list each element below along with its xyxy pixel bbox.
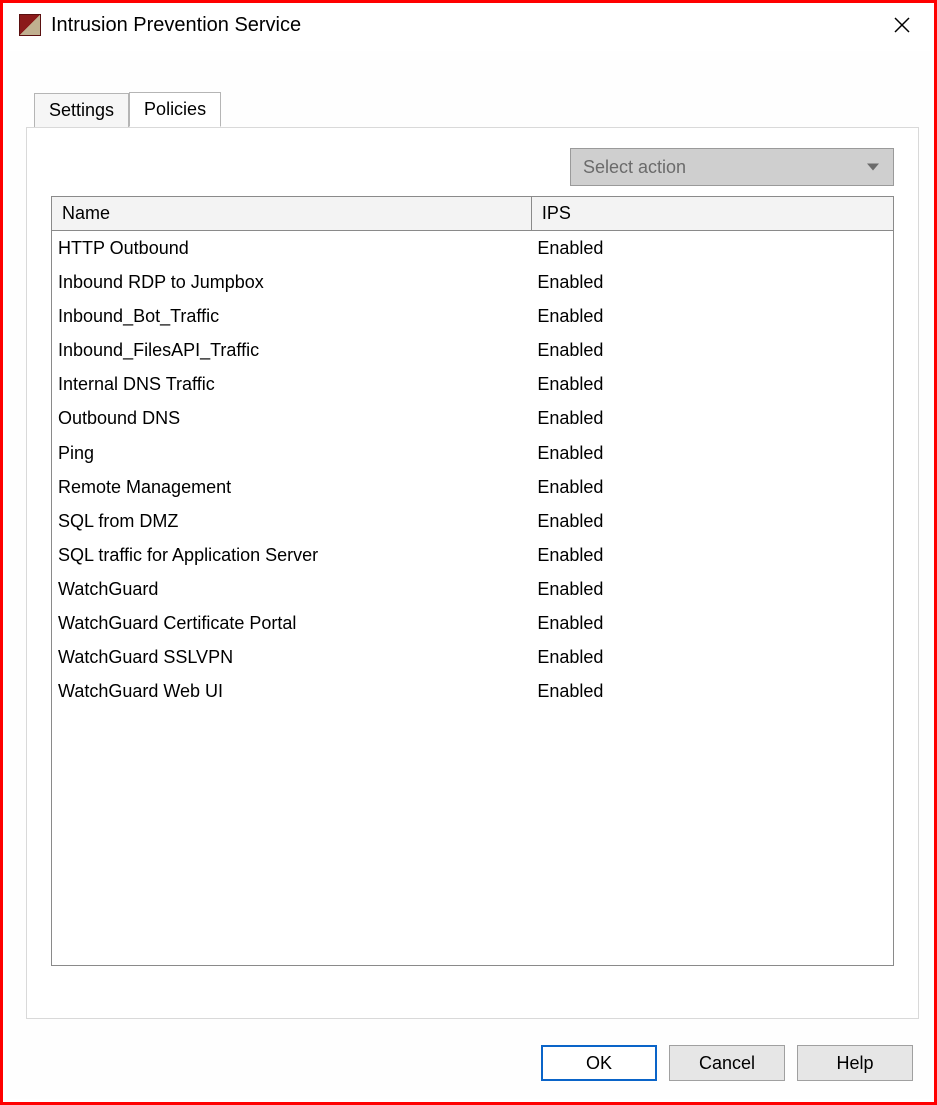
cell-name: Inbound RDP to Jumpbox xyxy=(52,265,531,299)
table-row[interactable]: SQL from DMZEnabled xyxy=(52,504,893,538)
dialog-button-row: OK Cancel Help xyxy=(541,1045,913,1081)
cell-ips: Enabled xyxy=(531,265,893,299)
tab-strip: Settings Policies xyxy=(34,91,221,126)
cell-name: SQL traffic for Application Server xyxy=(52,538,531,572)
action-row: Select action xyxy=(51,148,894,186)
table-row[interactable]: Outbound DNSEnabled xyxy=(52,401,893,435)
app-icon xyxy=(19,14,41,36)
dialog-window: Intrusion Prevention Service Settings Po… xyxy=(0,0,937,1105)
cell-ips: Enabled xyxy=(531,470,893,504)
cancel-button[interactable]: Cancel xyxy=(669,1045,785,1081)
dialog-body: Settings Policies Select action Name IPS xyxy=(6,51,931,1099)
cell-ips: Enabled xyxy=(531,504,893,538)
cell-name: WatchGuard SSLVPN xyxy=(52,640,531,674)
tab-settings[interactable]: Settings xyxy=(34,93,129,127)
policy-table-container: Name IPS HTTP OutboundEnabledInbound RDP… xyxy=(51,196,894,966)
table-row[interactable]: Inbound_Bot_TrafficEnabled xyxy=(52,299,893,333)
cell-ips: Enabled xyxy=(531,367,893,401)
table-row[interactable]: Inbound RDP to JumpboxEnabled xyxy=(52,265,893,299)
cell-name: Inbound_FilesAPI_Traffic xyxy=(52,333,531,367)
select-action-dropdown[interactable]: Select action xyxy=(570,148,894,186)
cell-ips: Enabled xyxy=(531,538,893,572)
cell-name: WatchGuard xyxy=(52,572,531,606)
cell-ips: Enabled xyxy=(531,333,893,367)
close-icon xyxy=(893,16,911,34)
table-row[interactable]: PingEnabled xyxy=(52,436,893,470)
cell-name: WatchGuard Certificate Portal xyxy=(52,606,531,640)
tab-policies[interactable]: Policies xyxy=(129,92,221,127)
tab-panel-policies: Select action Name IPS HTTP OutboundEnab… xyxy=(26,127,919,1019)
column-header-ips[interactable]: IPS xyxy=(531,197,893,231)
table-row[interactable]: Remote ManagementEnabled xyxy=(52,470,893,504)
cell-ips: Enabled xyxy=(531,640,893,674)
ok-button[interactable]: OK xyxy=(541,1045,657,1081)
chevron-down-icon xyxy=(867,164,879,171)
cell-ips: Enabled xyxy=(531,231,893,266)
table-row[interactable]: WatchGuardEnabled xyxy=(52,572,893,606)
cell-name: Internal DNS Traffic xyxy=(52,367,531,401)
cell-name: WatchGuard Web UI xyxy=(52,674,531,708)
cell-ips: Enabled xyxy=(531,606,893,640)
cell-name: Remote Management xyxy=(52,470,531,504)
cell-name: SQL from DMZ xyxy=(52,504,531,538)
cell-ips: Enabled xyxy=(531,674,893,708)
table-row[interactable]: Inbound_FilesAPI_TrafficEnabled xyxy=(52,333,893,367)
cell-ips: Enabled xyxy=(531,299,893,333)
table-row[interactable]: WatchGuard SSLVPNEnabled xyxy=(52,640,893,674)
table-row[interactable]: WatchGuard Certificate PortalEnabled xyxy=(52,606,893,640)
cell-name: HTTP Outbound xyxy=(52,231,531,266)
cell-name: Inbound_Bot_Traffic xyxy=(52,299,531,333)
window-title: Intrusion Prevention Service xyxy=(51,14,301,37)
title-bar: Intrusion Prevention Service xyxy=(3,3,934,47)
column-header-name[interactable]: Name xyxy=(52,197,531,231)
cell-ips: Enabled xyxy=(531,401,893,435)
table-row[interactable]: WatchGuard Web UIEnabled xyxy=(52,674,893,708)
cell-name: Ping xyxy=(52,436,531,470)
cell-name: Outbound DNS xyxy=(52,401,531,435)
select-action-label: Select action xyxy=(583,157,686,178)
table-row[interactable]: Internal DNS TrafficEnabled xyxy=(52,367,893,401)
table-row[interactable]: SQL traffic for Application ServerEnable… xyxy=(52,538,893,572)
close-button[interactable] xyxy=(882,5,922,45)
cell-ips: Enabled xyxy=(531,572,893,606)
cell-ips: Enabled xyxy=(531,436,893,470)
policy-table: Name IPS HTTP OutboundEnabledInbound RDP… xyxy=(52,197,893,708)
help-button[interactable]: Help xyxy=(797,1045,913,1081)
table-row[interactable]: HTTP OutboundEnabled xyxy=(52,231,893,266)
